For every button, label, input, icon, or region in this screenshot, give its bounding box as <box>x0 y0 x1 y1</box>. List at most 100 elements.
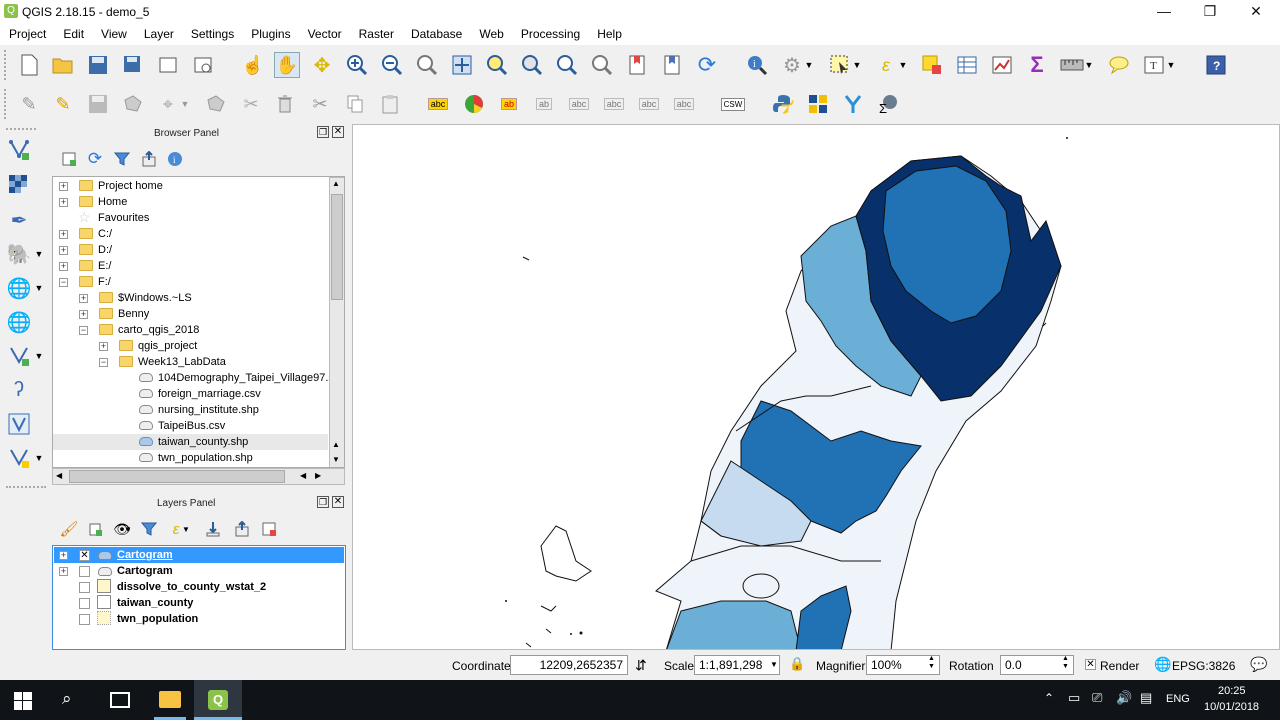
menu-project[interactable]: Project <box>0 24 54 45</box>
trash-icon[interactable] <box>272 91 298 117</box>
move-label-icon[interactable]: abc <box>601 91 627 117</box>
help-icon[interactable]: ? <box>1203 52 1229 78</box>
menu-vector[interactable]: Vector <box>299 24 350 45</box>
file-explorer-icon[interactable] <box>146 680 194 720</box>
tree-item[interactable]: twn_population.shp <box>158 450 253 466</box>
show-hide-labels-icon[interactable]: abc <box>566 91 592 117</box>
pan-to-selection-icon[interactable]: ✥ <box>309 52 335 78</box>
tree-item[interactable]: Project home <box>98 178 163 194</box>
copy-features-icon[interactable] <box>342 91 368 117</box>
menu-plugins[interactable]: Plugins <box>242 24 298 45</box>
windows-start-icon[interactable] <box>14 692 32 710</box>
search-icon[interactable]: ⌕ <box>62 689 72 709</box>
toggle-extents-icon[interactable]: ⇵ <box>635 657 647 674</box>
menu-layer[interactable]: Layer <box>135 24 182 45</box>
open-project-icon[interactable] <box>50 52 76 78</box>
menu-settings[interactable]: Settings <box>182 24 242 45</box>
identify-features-icon[interactable]: i <box>744 52 770 78</box>
new-shapefile-icon[interactable] <box>6 445 32 471</box>
chevron-down-icon[interactable]: ▼ <box>32 445 46 471</box>
tree-item[interactable]: F:/ <box>98 274 111 290</box>
layer-diagram-icon[interactable] <box>461 91 487 117</box>
battery-icon[interactable]: ▭ <box>1068 690 1080 706</box>
add-wfs-layer-icon[interactable] <box>6 343 32 369</box>
zoom-to-selection-icon[interactable] <box>484 52 510 78</box>
clock-date[interactable]: 10/01/2018 <box>1204 701 1259 713</box>
layer-label[interactable]: dissolve_to_county_wstat_2 <box>117 579 266 595</box>
render-checkbox[interactable]: ✕ <box>1085 659 1096 670</box>
tree-item[interactable]: Home <box>98 194 127 210</box>
save-as-icon[interactable] <box>120 52 146 78</box>
layer-visibility-checkbox[interactable]: ✕ <box>79 550 90 561</box>
add-spatialite-layer-icon[interactable]: ✒ <box>6 207 32 233</box>
minimize-button[interactable]: — <box>1141 0 1187 24</box>
rotate-label-icon[interactable]: abc <box>636 91 662 117</box>
tree-item[interactable]: carto_qgis_2018 <box>118 322 199 338</box>
remove-layer-icon[interactable] <box>256 516 282 542</box>
layer-visibility-checkbox[interactable] <box>79 614 90 625</box>
add-raster-layer-icon[interactable] <box>6 172 32 198</box>
volume-icon[interactable]: 🔊 <box>1116 690 1132 706</box>
zoom-in-icon[interactable] <box>344 52 370 78</box>
show-bookmarks-icon[interactable] <box>659 52 685 78</box>
layer-label[interactable]: Cartogram <box>117 563 173 579</box>
tree-item[interactable]: Benny <box>118 306 149 322</box>
tree-item[interactable]: nursing_institute.shp <box>158 402 259 418</box>
close-button[interactable]: ✕ <box>1233 0 1279 24</box>
notification-icon[interactable]: ▤ <box>1140 690 1152 706</box>
tree-item[interactable]: foreign_marriage.csv <box>158 386 261 402</box>
language-indicator[interactable]: ENG <box>1166 693 1190 705</box>
sum-icon[interactable]: Σ <box>1024 52 1050 78</box>
composer-manager-icon[interactable] <box>190 52 216 78</box>
save-project-icon[interactable] <box>85 52 111 78</box>
close-panel-icon[interactable]: ✕ <box>332 496 344 508</box>
info-icon[interactable]: i <box>162 146 188 172</box>
add-virtual-layer-icon[interactable] <box>6 411 32 437</box>
magnifier-spin-icon[interactable]: ▲ ▼ <box>928 655 935 671</box>
refresh-browser-icon[interactable]: ⟳ <box>82 146 108 172</box>
layer-visibility-checkbox[interactable] <box>79 598 90 609</box>
tree-item[interactable]: D:/ <box>98 242 112 258</box>
chevron-down-icon[interactable]: ▼ <box>1165 52 1177 78</box>
network-icon[interactable]: ⎚ <box>1092 690 1102 706</box>
clock-time[interactable]: 20:25 <box>1218 685 1246 697</box>
chevron-down-icon[interactable]: ▼ <box>803 52 815 78</box>
move-feature-icon[interactable]: ⌖ <box>155 91 181 117</box>
layer-label[interactable]: Cartogram <box>117 547 173 563</box>
layer-visibility-checkbox[interactable] <box>79 566 90 577</box>
add-wcs-layer-icon[interactable]: 🌐 <box>6 309 32 335</box>
add-postgis-layer-icon[interactable]: 🐘 <box>6 241 32 267</box>
select-features-icon[interactable] <box>827 52 853 78</box>
new-print-composer-icon[interactable] <box>155 52 181 78</box>
menu-raster[interactable]: Raster <box>350 24 402 45</box>
new-bookmark-icon[interactable] <box>624 52 650 78</box>
messages-icon[interactable]: 💬 <box>1250 656 1267 673</box>
horizontal-scrollbar[interactable]: ◀ ◀ ▶ <box>52 468 345 485</box>
chevron-down-icon[interactable]: ▼ <box>1083 52 1095 78</box>
maximize-button[interactable]: ❐ <box>1187 0 1233 24</box>
text-annotation-icon[interactable]: T <box>1141 52 1167 78</box>
expand-all-icon[interactable] <box>200 516 226 542</box>
save-edits-icon[interactable] <box>85 91 111 117</box>
close-panel-icon[interactable]: ✕ <box>332 126 344 138</box>
select-by-expression-icon[interactable]: ε <box>873 52 899 78</box>
rotation-spin-icon[interactable]: ▲ ▼ <box>1062 655 1069 671</box>
menu-database[interactable]: Database <box>402 24 470 45</box>
layer-label[interactable]: taiwan_county <box>117 595 193 611</box>
node-tool-icon[interactable] <box>203 91 229 117</box>
chevron-down-icon[interactable]: ▼ <box>32 241 46 267</box>
zoom-native-icon[interactable] <box>414 52 440 78</box>
style-manager-icon[interactable]: 🖌 <box>56 516 82 542</box>
tree-item[interactable]: qgis_project <box>138 338 197 354</box>
pan-map-icon[interactable]: ✋ <box>274 52 300 78</box>
task-view-icon[interactable] <box>110 692 130 708</box>
zoom-out-icon[interactable] <box>379 52 405 78</box>
float-panel-icon[interactable]: ❐ <box>317 126 329 138</box>
grid-plugin-icon[interactable] <box>805 91 831 117</box>
pin-labels-icon[interactable]: ab <box>496 91 522 117</box>
deselect-all-icon[interactable] <box>919 52 945 78</box>
open-attribute-table-icon[interactable] <box>954 52 980 78</box>
crs-globe-icon[interactable]: 🌐 <box>1154 656 1171 673</box>
cut-features-icon[interactable]: ✂ <box>307 91 333 117</box>
menu-help[interactable]: Help <box>588 24 630 45</box>
